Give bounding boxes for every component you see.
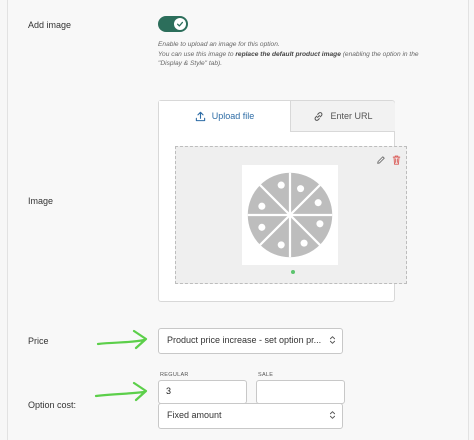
annotation-arrow-icon	[94, 381, 148, 402]
tab-upload-file[interactable]: Upload file	[159, 101, 290, 131]
sale-price-input[interactable]	[256, 380, 345, 404]
help-line-3: "Display & Style" tab).	[158, 60, 223, 68]
cost-type-select[interactable]: Fixed amount	[158, 403, 343, 429]
settings-panel: Add image Enable to upload an image for …	[7, 0, 469, 440]
chevron-updown-icon	[329, 335, 336, 347]
check-icon	[174, 18, 186, 30]
option-cost-label: Option cost:	[28, 400, 77, 410]
image-preview	[242, 165, 338, 265]
help-line-2-bold: replace the default product image	[235, 50, 341, 58]
price-label: Price	[28, 336, 49, 346]
upload-icon	[195, 111, 205, 121]
help-line-2-prefix: You can use this image to	[158, 50, 236, 58]
chevron-updown-icon	[329, 410, 336, 422]
add-image-help: Enable to upload an image for this optio…	[158, 40, 474, 69]
cost-type-value: Fixed amount	[167, 410, 222, 420]
price-select-value: Product price increase - set option pr..…	[167, 335, 322, 345]
link-icon	[315, 111, 323, 121]
sale-price-label: SALE	[258, 372, 274, 378]
regular-price-value: 3	[166, 386, 172, 396]
tab-enter-url[interactable]: Enter URL	[290, 101, 395, 132]
tab-enter-url-label: Enter URL	[330, 111, 373, 121]
pencil-icon[interactable]	[376, 152, 386, 170]
image-dropzone[interactable]	[175, 146, 407, 284]
annotation-arrow-icon	[96, 329, 148, 350]
price-select[interactable]: Product price increase - set option pr..…	[158, 328, 343, 354]
tab-upload-file-label: Upload file	[211, 111, 255, 121]
image-label: Image	[28, 196, 54, 206]
help-line-2-suffix: (enabling the option in the	[340, 50, 419, 58]
add-image-toggle[interactable]	[158, 16, 188, 32]
help-line-1: Enable to upload an image for this optio…	[158, 41, 280, 48]
pizza-placeholder-icon	[247, 172, 333, 258]
add-image-label: Add image	[28, 20, 72, 30]
help-line-2: You can use this image to replace the de…	[158, 50, 474, 60]
drag-indicator	[291, 270, 295, 274]
regular-price-input[interactable]: 3	[158, 380, 247, 404]
trash-icon[interactable]	[392, 152, 401, 170]
regular-price-label: REGULAR	[160, 372, 189, 378]
image-uploader: Upload file Enter URL	[158, 100, 407, 302]
